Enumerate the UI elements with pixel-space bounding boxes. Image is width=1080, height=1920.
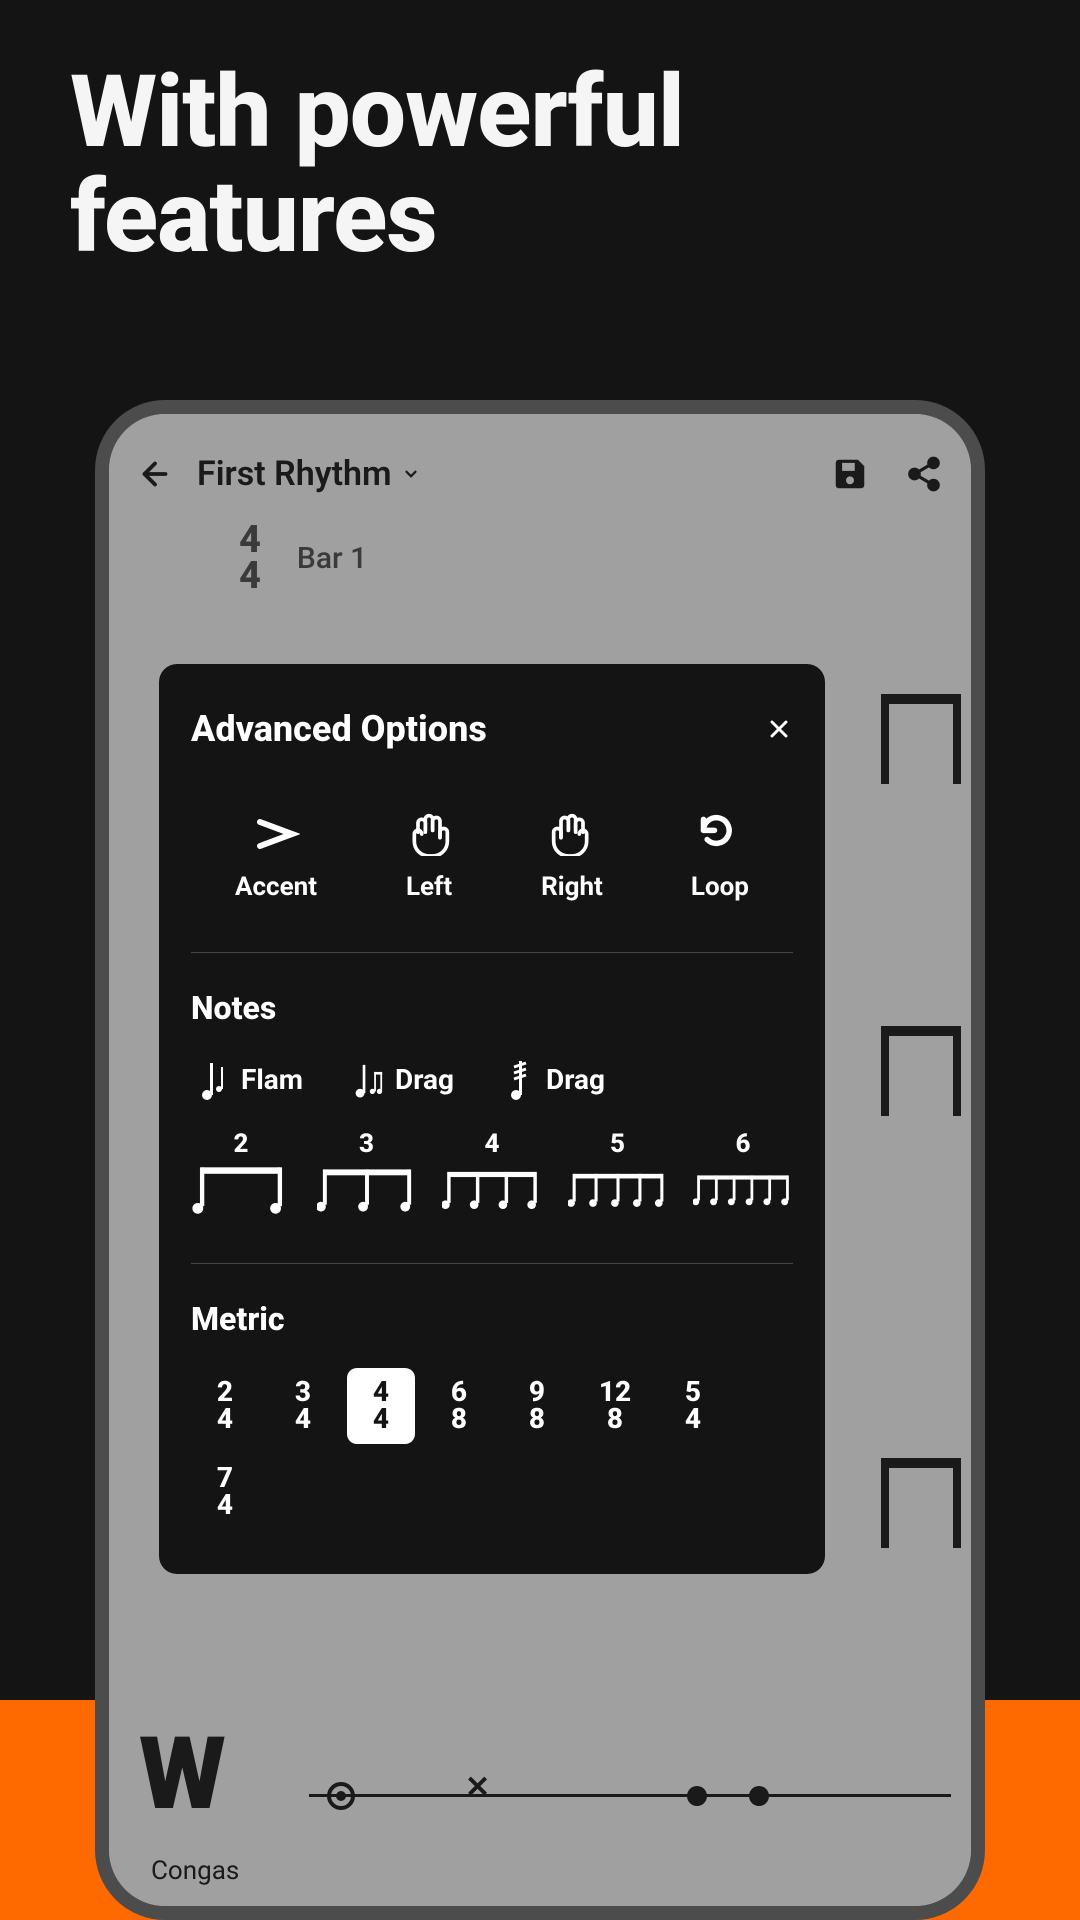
metric-bottom: 4 xyxy=(373,1406,389,1433)
share-icon[interactable] xyxy=(905,455,943,493)
accent-icon xyxy=(252,810,300,858)
metric-6-8[interactable]: 68 xyxy=(425,1368,493,1444)
action-row: Accent Left Right xyxy=(191,810,793,902)
tuplet-5[interactable]: 5 xyxy=(568,1129,668,1217)
metric-bottom: 4 xyxy=(217,1492,233,1519)
tuplet-notes-icon xyxy=(317,1163,417,1217)
headline-line1: With powerful xyxy=(70,60,1010,165)
tuplet-number: 4 xyxy=(485,1129,500,1159)
hand-right-icon xyxy=(548,810,596,858)
tuplet-6[interactable]: 6 xyxy=(693,1129,793,1217)
loop-icon xyxy=(696,810,744,858)
metric-bottom: 4 xyxy=(217,1406,233,1433)
marketing-headline: With powerful features xyxy=(0,0,1080,270)
accent-button[interactable]: Accent xyxy=(235,810,317,902)
save-icon[interactable] xyxy=(831,455,869,493)
advanced-options-modal: Advanced Options Accent Left xyxy=(159,664,825,1574)
track-x-marker[interactable]: ✕ xyxy=(465,1770,490,1805)
drag-roll-icon xyxy=(504,1057,534,1101)
metric-12-8[interactable]: 128 xyxy=(581,1368,649,1444)
track-note-dot[interactable] xyxy=(687,1786,707,1806)
bar-label: Bar 1 xyxy=(297,541,367,576)
close-icon[interactable] xyxy=(765,715,793,743)
rhythm-title: First Rhythm xyxy=(197,454,392,494)
drag2-label: Drag xyxy=(546,1063,605,1096)
left-label: Left xyxy=(406,872,452,902)
record-marker-icon[interactable] xyxy=(327,1782,355,1810)
metric-3-4[interactable]: 34 xyxy=(269,1368,337,1444)
metric-bottom: 8 xyxy=(529,1406,545,1433)
time-signature[interactable]: 4 4 xyxy=(239,522,261,594)
right-label: Right xyxy=(541,872,603,902)
metric-bottom: 4 xyxy=(295,1406,311,1433)
note-ornaments-row: Flam Drag Drag xyxy=(191,1057,793,1101)
metric-bottom: 8 xyxy=(451,1406,467,1433)
tuplet-notes-icon xyxy=(693,1163,793,1217)
divider xyxy=(191,1263,793,1264)
notes-section-title: Notes xyxy=(191,989,793,1027)
metric-7-4[interactable]: 74 xyxy=(191,1454,259,1530)
tuplet-notes-icon xyxy=(442,1163,542,1217)
tuplet-number: 2 xyxy=(234,1129,249,1159)
instrument-track: W Congas ✕ xyxy=(109,1746,971,1906)
tuplet-number: 3 xyxy=(359,1129,374,1159)
track-note-dot[interactable] xyxy=(749,1786,769,1806)
metric-2-4[interactable]: 24 xyxy=(191,1368,259,1444)
background-notation xyxy=(881,694,971,1744)
metric-bottom: 8 xyxy=(607,1406,623,1433)
tuplet-2[interactable]: 2 xyxy=(191,1129,291,1217)
timesig-bottom: 4 xyxy=(239,558,261,594)
headline-line2: features xyxy=(70,165,1010,270)
hand-left-icon xyxy=(405,810,453,858)
tuplet-number: 6 xyxy=(736,1129,751,1159)
tuplet-3[interactable]: 3 xyxy=(317,1129,417,1217)
flam-icon xyxy=(199,1057,229,1101)
metric-9-8[interactable]: 98 xyxy=(503,1368,571,1444)
metric-row: 24344468981285474 xyxy=(191,1368,793,1530)
app-screen: First Rhythm 4 4 Bar 1 W Congas xyxy=(109,414,971,1906)
instrument-name: Congas xyxy=(151,1746,239,1886)
time-signature-row: 4 4 Bar 1 xyxy=(109,494,971,594)
drag-chip-1[interactable]: Drag xyxy=(353,1057,454,1101)
tuplets-row: 2 3 4 5 6 xyxy=(191,1129,793,1217)
accent-label: Accent xyxy=(235,872,317,902)
left-hand-button[interactable]: Left xyxy=(405,810,453,902)
metric-section-title: Metric xyxy=(191,1300,793,1338)
metric-4-4[interactable]: 44 xyxy=(347,1368,415,1444)
back-arrow-icon[interactable] xyxy=(137,456,173,492)
metric-bottom: 4 xyxy=(685,1406,701,1433)
tuplet-4[interactable]: 4 xyxy=(442,1129,542,1217)
flam-chip[interactable]: Flam xyxy=(199,1057,303,1101)
divider xyxy=(191,952,793,953)
loop-label: Loop xyxy=(691,872,749,902)
drag1-label: Drag xyxy=(395,1063,454,1096)
metric-5-4[interactable]: 54 xyxy=(659,1368,727,1444)
flam-label: Flam xyxy=(241,1063,303,1096)
tuplet-number: 5 xyxy=(610,1129,625,1159)
drag-icon xyxy=(353,1057,383,1101)
timesig-top: 4 xyxy=(239,522,261,558)
phone-frame: First Rhythm 4 4 Bar 1 W Congas xyxy=(95,400,985,1920)
modal-title: Advanced Options xyxy=(191,708,487,750)
right-hand-button[interactable]: Right xyxy=(541,810,603,902)
drag-chip-2[interactable]: Drag xyxy=(504,1057,605,1101)
tuplet-notes-icon xyxy=(191,1163,291,1217)
app-header: First Rhythm xyxy=(109,414,971,494)
tuplet-notes-icon xyxy=(568,1163,668,1217)
loop-button[interactable]: Loop xyxy=(691,810,749,902)
chevron-down-icon xyxy=(402,465,420,483)
rhythm-title-dropdown[interactable]: First Rhythm xyxy=(197,454,807,494)
